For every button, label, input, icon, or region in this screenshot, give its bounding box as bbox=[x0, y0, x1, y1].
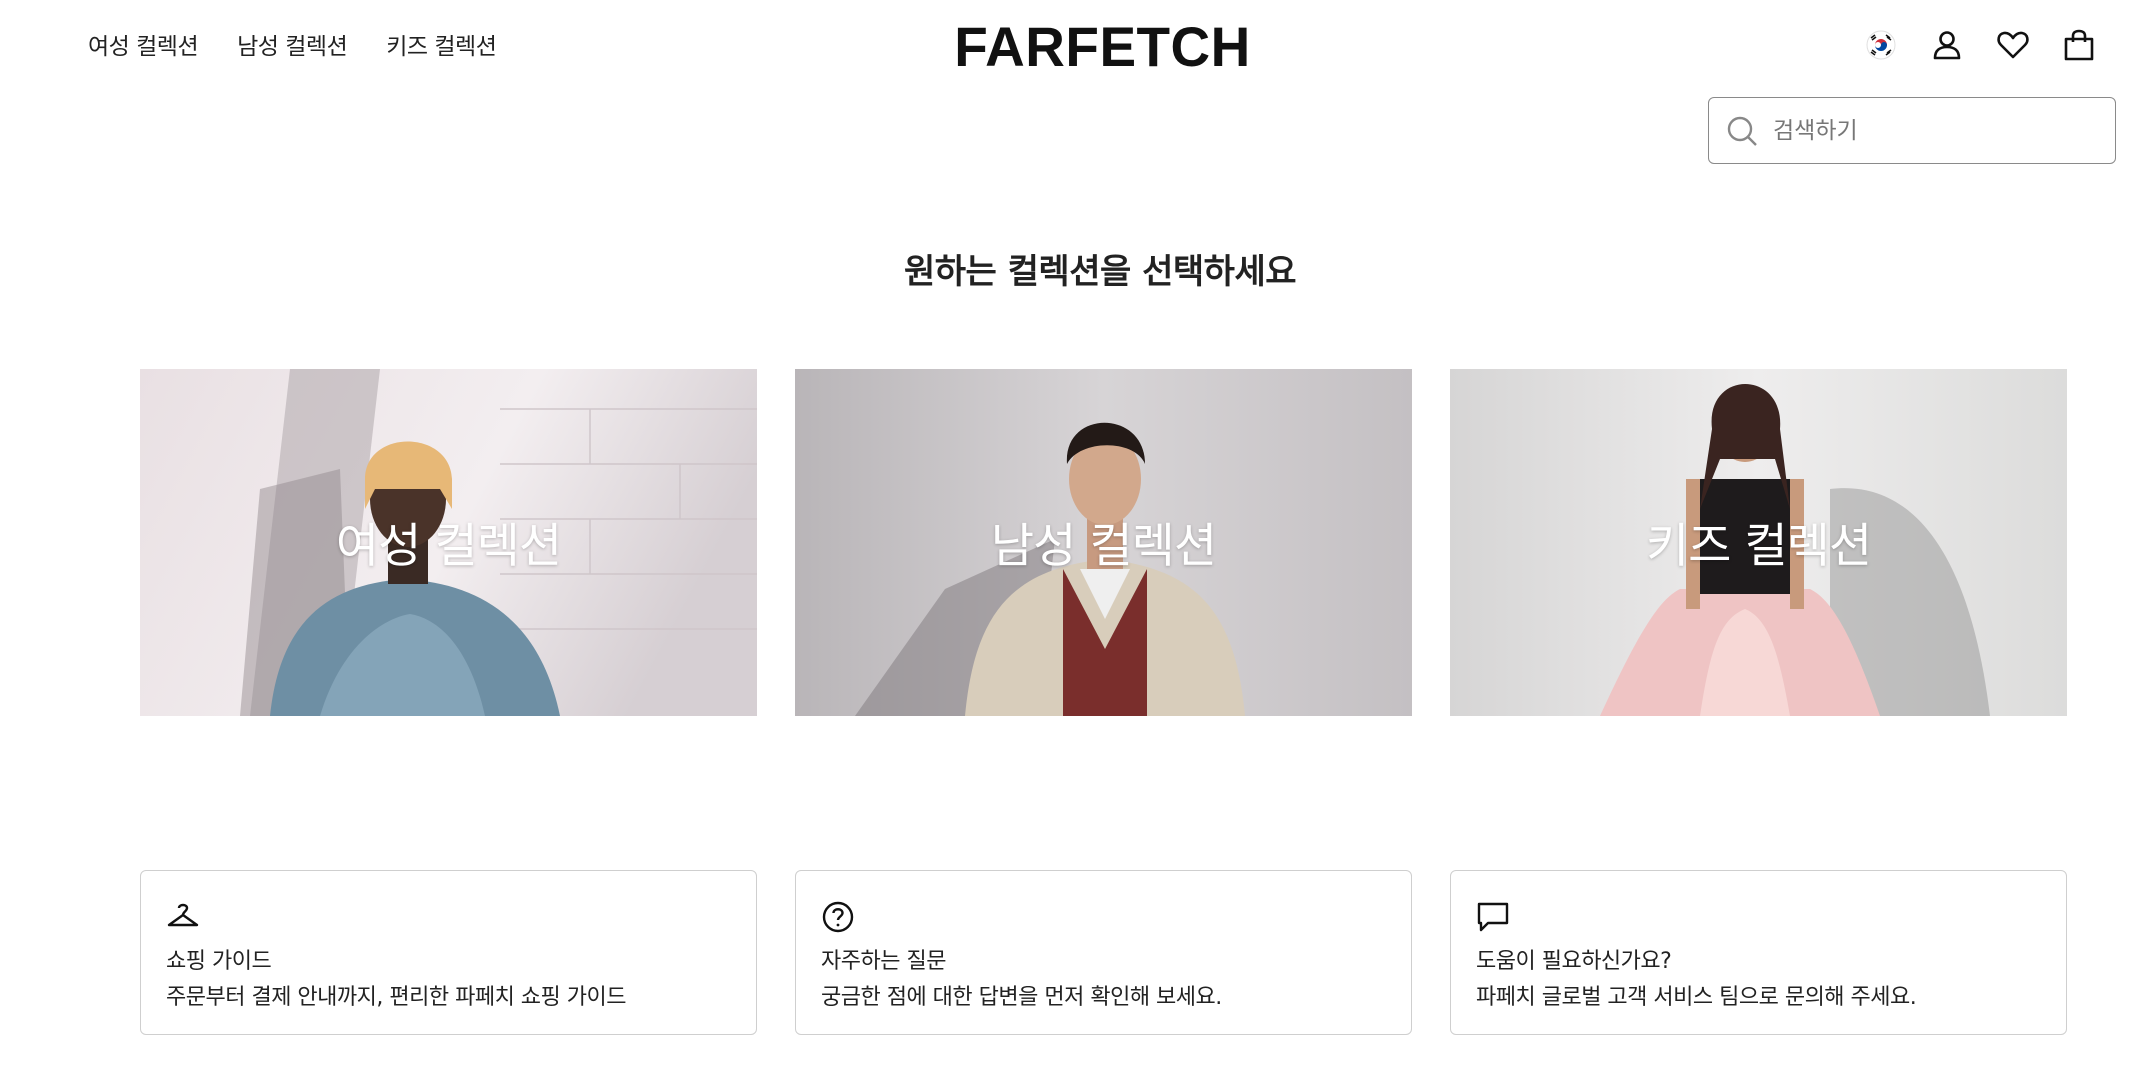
header-actions bbox=[1862, 26, 2098, 64]
shopping-guide-text: 주문부터 결제 안내까지, 편리한 파페치 쇼핑 가이드 bbox=[166, 985, 627, 1010]
faq-text: 궁금한 점에 대한 답변을 먼저 확인해 보세요. bbox=[821, 985, 1222, 1010]
search-icon bbox=[1727, 116, 1757, 146]
question-circle-icon bbox=[822, 901, 854, 933]
kids-collection-label: 키즈 컬렉션 bbox=[1645, 519, 1872, 574]
help-card[interactable]: 도움이 필요하신가요? 파페치 글로벌 고객 서비스 팀으로 문의해 주세요. bbox=[1450, 870, 2067, 1035]
kids-collection-card[interactable]: 키즈 컬렉션 bbox=[1450, 369, 2067, 716]
women-collection-card[interactable]: 여성 컬렉션 bbox=[140, 369, 757, 716]
page-headline: 원하는 컬렉션을 선택하세요 bbox=[903, 252, 1297, 292]
hanger-icon bbox=[167, 903, 199, 927]
wishlist-heart-icon[interactable] bbox=[1994, 26, 2032, 64]
shopping-guide-card[interactable]: 쇼핑 가이드 주문부터 결제 안내까지, 편리한 파페치 쇼핑 가이드 bbox=[140, 870, 757, 1035]
shopping-guide-title: 쇼핑 가이드 bbox=[166, 949, 272, 974]
faq-card[interactable]: 자주하는 질문 궁금한 점에 대한 답변을 먼저 확인해 보세요. bbox=[795, 870, 1412, 1035]
men-collection-card[interactable]: 남성 컬렉션 bbox=[795, 369, 1412, 716]
shopping-bag-icon[interactable] bbox=[2060, 26, 2098, 64]
collection-nav: 여성 컬렉션 남성 컬렉션 키즈 컬렉션 bbox=[88, 27, 497, 61]
help-title: 도움이 필요하신가요? bbox=[1476, 949, 1672, 974]
search-input[interactable] bbox=[1773, 117, 2093, 144]
faq-title: 자주하는 질문 bbox=[821, 949, 946, 974]
nav-men-collection[interactable]: 남성 컬렉션 bbox=[237, 27, 348, 61]
farfetch-logo[interactable]: FARFETCH bbox=[953, 17, 1252, 77]
nav-women-collection[interactable]: 여성 컬렉션 bbox=[88, 27, 199, 61]
korea-flag-icon[interactable] bbox=[1862, 26, 1900, 64]
help-text: 파페치 글로벌 고객 서비스 팀으로 문의해 주세요. bbox=[1476, 985, 1917, 1010]
site-header: 여성 컬렉션 남성 컬렉션 키즈 컬렉션 FARFETCH bbox=[0, 0, 2137, 95]
women-collection-label: 여성 컬렉션 bbox=[335, 519, 562, 574]
nav-kids-collection[interactable]: 키즈 컬렉션 bbox=[386, 27, 497, 61]
search-box[interactable] bbox=[1708, 97, 2116, 164]
chat-bubble-icon bbox=[1477, 902, 1509, 932]
account-icon[interactable] bbox=[1928, 26, 1966, 64]
men-collection-label: 남성 컬렉션 bbox=[990, 519, 1217, 574]
